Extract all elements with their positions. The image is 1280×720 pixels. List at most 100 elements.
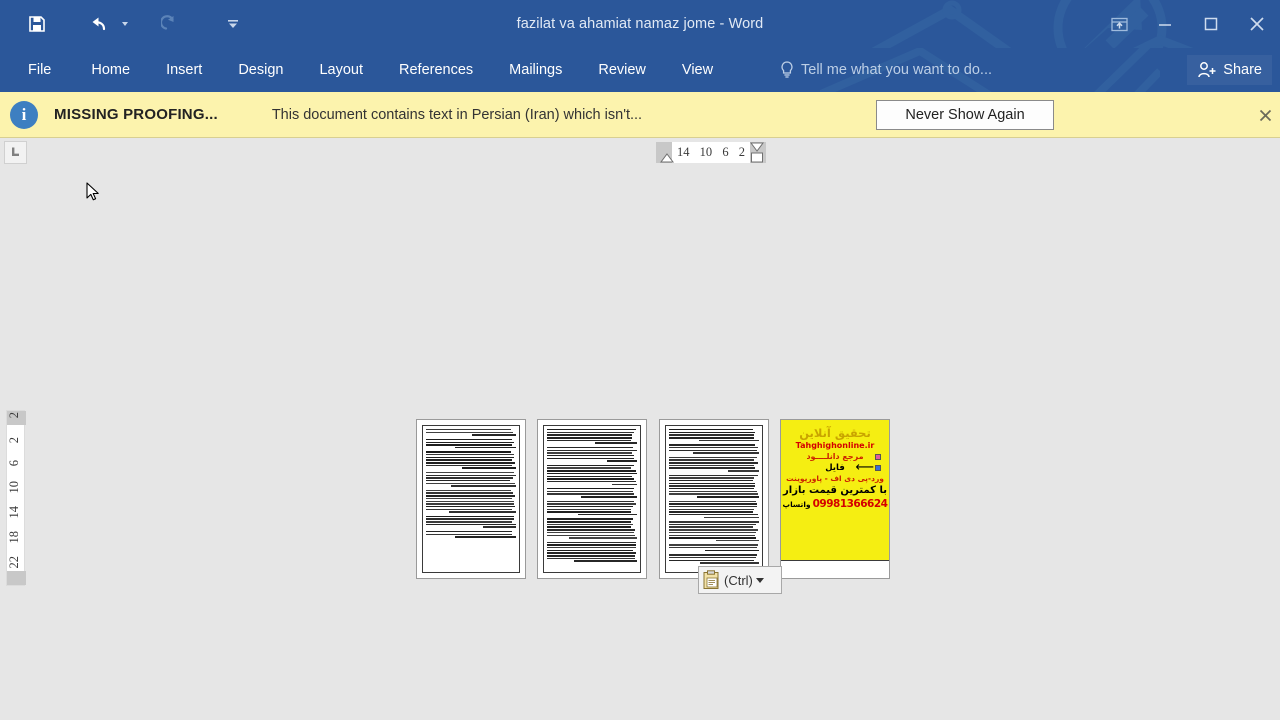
page-thumbnail-3[interactable] — [659, 419, 769, 579]
text-line — [472, 434, 516, 436]
paragraph — [547, 464, 637, 485]
right-indent-marker[interactable] — [750, 142, 764, 163]
restore-icon[interactable] — [1188, 0, 1234, 48]
tab-review[interactable]: Review — [580, 48, 664, 92]
paste-options-label: (Ctrl) — [724, 572, 753, 588]
left-tab-icon — [12, 147, 19, 156]
customize-quick-access-icon[interactable] — [226, 9, 240, 39]
paste-options-chevron-down-icon[interactable] — [755, 577, 764, 583]
minimize-icon[interactable] — [1142, 0, 1188, 48]
text-line — [547, 488, 635, 490]
text-line — [426, 530, 513, 533]
text-line — [426, 500, 515, 502]
text-line — [426, 523, 516, 526]
message-bar-title: MISSING PROOFING... — [54, 106, 218, 123]
ad-phone-number: 09981366624 — [812, 498, 888, 511]
text-line — [574, 560, 637, 562]
text-line — [669, 444, 756, 446]
text-line — [426, 518, 515, 520]
text-line — [669, 500, 756, 502]
text-line — [669, 479, 754, 482]
tab-mailings[interactable]: Mailings — [491, 48, 580, 92]
undo-icon[interactable] — [84, 9, 114, 39]
page-thumbnail-2[interactable] — [537, 419, 647, 579]
text-line — [578, 513, 637, 516]
never-show-again-button[interactable]: Never Show Again — [876, 100, 1054, 130]
text-line — [547, 434, 633, 436]
text-line — [547, 457, 635, 460]
paragraph — [426, 530, 516, 538]
text-line — [669, 464, 754, 467]
paragraph — [669, 444, 759, 454]
redo-icon — [156, 9, 186, 39]
left-indent-marker[interactable] — [660, 153, 674, 163]
clipboard-icon — [703, 570, 719, 589]
tab-home[interactable]: Home — [73, 48, 148, 92]
page-1-content — [422, 425, 520, 573]
text-line — [547, 544, 637, 546]
horizontal-ruler[interactable]: 14 10 6 2 — [656, 142, 766, 163]
text-line — [669, 467, 756, 469]
text-line — [426, 497, 513, 500]
text-line — [426, 459, 512, 461]
tab-references[interactable]: References — [381, 48, 491, 92]
text-line — [426, 482, 516, 485]
text-line — [547, 454, 635, 457]
paragraph — [669, 456, 759, 472]
message-bar: i MISSING PROOFING... This document cont… — [0, 92, 1280, 138]
hruler-num-10: 10 — [699, 145, 713, 159]
text-line — [426, 451, 512, 453]
text-line — [547, 480, 636, 483]
tell-me-search[interactable]: Tell me what you want to do... — [780, 48, 992, 92]
text-line — [426, 495, 515, 497]
page-thumbnail-4-advertisement[interactable]: تحقیق آنلاین Tahghighonline.ir مرجع دانل… — [780, 419, 890, 579]
vruler-num-5: 18 — [7, 531, 21, 544]
text-line — [581, 496, 637, 498]
ad-line-4: با کمترین قیمت بازار — [783, 484, 887, 496]
undo-dropdown-chevron-down-icon[interactable] — [118, 9, 132, 39]
close-icon[interactable] — [1234, 0, 1280, 48]
text-line — [699, 439, 759, 442]
tab-layout[interactable]: Layout — [301, 48, 381, 92]
text-line — [727, 470, 759, 472]
text-line — [426, 444, 513, 446]
paste-options-button[interactable]: (Ctrl) — [698, 566, 782, 594]
paragraph — [547, 446, 637, 462]
text-line — [426, 431, 514, 434]
message-bar-close-icon[interactable] — [1254, 104, 1276, 126]
text-line — [715, 539, 759, 542]
text-line — [547, 431, 635, 434]
tab-design[interactable]: Design — [220, 48, 301, 92]
vruler-num-1: 2 — [7, 437, 21, 444]
vertical-ruler[interactable]: 2 2 6 10 14 18 22 — [6, 410, 26, 586]
message-bar-text: This document contains text in Persian (… — [271, 106, 643, 123]
share-button[interactable]: Share — [1187, 55, 1272, 85]
tab-insert[interactable]: Insert — [148, 48, 220, 92]
text-line — [669, 534, 755, 536]
page-thumbnail-1[interactable] — [416, 419, 526, 579]
tab-file[interactable]: File — [0, 48, 73, 92]
text-line — [426, 479, 510, 482]
text-line — [454, 536, 516, 538]
tab-stop-selector[interactable] — [4, 141, 27, 164]
ad-line-2: فایل — [825, 462, 845, 473]
text-line — [448, 511, 516, 513]
text-line — [547, 511, 632, 513]
text-line — [669, 554, 757, 556]
save-icon[interactable] — [22, 9, 52, 39]
text-line — [669, 511, 754, 513]
text-line — [547, 541, 636, 544]
text-line — [426, 429, 511, 431]
hruler-num-14: 14 — [677, 145, 690, 159]
text-line — [426, 503, 515, 505]
text-line — [547, 549, 633, 552]
hruler-num-6: 6 — [722, 145, 729, 159]
vruler-num-4: 14 — [7, 506, 21, 519]
ad-badge-icon-1 — [875, 454, 881, 460]
ribbon-display-options-icon[interactable] — [1096, 0, 1142, 48]
ad-line-3: ورد-پی دی اف - پاورپوینت — [786, 473, 884, 483]
text-line — [426, 464, 512, 467]
tell-me-placeholder: Tell me what you want to do... — [801, 62, 993, 78]
tab-view[interactable]: View — [664, 48, 731, 92]
text-line — [669, 523, 757, 526]
